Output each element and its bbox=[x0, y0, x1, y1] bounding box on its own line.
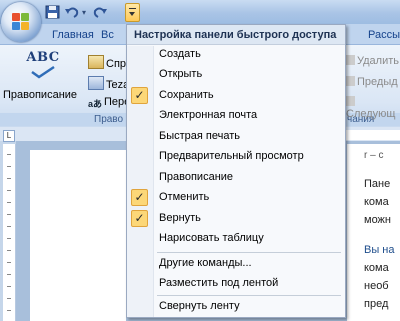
menu-separator bbox=[157, 252, 341, 253]
next-icon bbox=[346, 96, 355, 106]
next-comment-button[interactable]: Следующ bbox=[346, 96, 400, 120]
vertical-ruler bbox=[3, 144, 16, 321]
menu-title: Настройка панели быстрого доступа bbox=[127, 25, 345, 45]
menu-item-label: Нарисовать таблицу bbox=[159, 232, 264, 244]
checkmark-icon: ✓ bbox=[131, 87, 148, 104]
menu-item-label: Правописание bbox=[159, 171, 234, 183]
customize-qat-button[interactable] bbox=[125, 3, 140, 22]
next-label: Следующ bbox=[346, 108, 396, 120]
menu-item-draw-table[interactable]: Нарисовать таблицу bbox=[127, 229, 345, 249]
doc-line: кома bbox=[364, 196, 389, 208]
doc-line: пред bbox=[364, 298, 389, 310]
previous-icon bbox=[346, 76, 355, 86]
doc-line: Вы на bbox=[364, 244, 395, 256]
abc-label: ABC bbox=[26, 50, 60, 65]
horizontal-ruler bbox=[340, 130, 400, 140]
office-logo-icon bbox=[12, 13, 30, 31]
tab-mailings[interactable]: Рассы bbox=[368, 29, 400, 41]
document-page-left bbox=[30, 150, 126, 321]
doc-heading-fragment: r – с bbox=[364, 150, 384, 161]
save-icon[interactable] bbox=[45, 5, 61, 19]
doc-line: Пане bbox=[364, 178, 391, 190]
menu-item-email[interactable]: Электронная почта bbox=[127, 106, 345, 126]
menu-item-label: Открыть bbox=[159, 68, 203, 80]
menu-item-spelling[interactable]: Правописание bbox=[127, 168, 345, 188]
menu-item-new[interactable]: Создать bbox=[127, 45, 345, 65]
research-icon bbox=[88, 55, 104, 69]
translate-button[interactable]: aあ Пере bbox=[88, 96, 130, 109]
checkmark-icon: ✓ bbox=[131, 210, 148, 227]
office-button[interactable] bbox=[1, 2, 41, 42]
delete-comment-button[interactable]: Удалить bbox=[346, 55, 399, 67]
undo-icon[interactable] bbox=[64, 5, 80, 19]
spelling-check-icon bbox=[31, 65, 55, 79]
thesaurus-button[interactable]: Teza bbox=[88, 76, 129, 91]
tab-home[interactable]: Главная bbox=[52, 29, 94, 41]
menu-item-print-preview[interactable]: Предварительный просмотр bbox=[127, 147, 345, 167]
group-proofing-label: Право bbox=[0, 113, 126, 126]
document-page-right[interactable] bbox=[347, 144, 400, 321]
redo-icon[interactable] bbox=[92, 5, 108, 19]
menu-item-minimize-ribbon[interactable]: Свернуть ленту bbox=[127, 297, 345, 317]
doc-line: кома bbox=[364, 262, 389, 274]
tab-selector-button[interactable]: L bbox=[3, 130, 15, 142]
menu-item-undo[interactable]: ✓ Отменить bbox=[127, 188, 345, 208]
previous-comment-button[interactable]: Предыд bbox=[346, 76, 398, 88]
delete-label: Удалить bbox=[357, 55, 399, 67]
menu-item-label: Сохранить bbox=[159, 89, 214, 101]
menu-item-open[interactable]: Открыть bbox=[127, 65, 345, 85]
menu-item-label: Свернуть ленту bbox=[159, 300, 240, 312]
undo-dropdown-icon[interactable]: ▾ bbox=[82, 8, 86, 17]
translate-icon: aあ bbox=[88, 99, 103, 109]
menu-item-label: Предварительный просмотр bbox=[159, 150, 304, 162]
spelling-label[interactable]: Правописание bbox=[3, 89, 77, 101]
menu-item-label: Создать bbox=[159, 48, 201, 60]
menu-item-label: Отменить bbox=[159, 191, 210, 203]
menu-item-redo[interactable]: ✓ Вернуть bbox=[127, 209, 345, 229]
doc-line: необ bbox=[364, 280, 389, 292]
menu-item-save[interactable]: ✓ Сохранить bbox=[127, 86, 345, 106]
menu-item-label: Быстрая печать bbox=[159, 130, 240, 142]
spelling-button[interactable]: ABC bbox=[8, 50, 78, 82]
delete-icon bbox=[346, 55, 355, 65]
thesaurus-icon bbox=[88, 76, 104, 90]
menu-item-show-below-ribbon[interactable]: Разместить под лентой bbox=[127, 274, 345, 294]
menu-item-more-commands[interactable]: Другие команды... bbox=[127, 254, 345, 274]
menu-item-label: Вернуть bbox=[159, 212, 201, 224]
menu-item-label: Электронная почта bbox=[159, 109, 258, 121]
customize-qat-menu: Настройка панели быстрого доступа Создат… bbox=[126, 24, 346, 318]
checkmark-icon: ✓ bbox=[131, 189, 148, 206]
tab-insert[interactable]: Вс bbox=[101, 29, 114, 41]
previous-label: Предыд bbox=[357, 76, 398, 88]
menu-item-quick-print[interactable]: Быстрая печать bbox=[127, 127, 345, 147]
menu-item-label: Другие команды... bbox=[159, 257, 252, 269]
menu-item-label: Разместить под лентой bbox=[159, 277, 279, 289]
doc-line: можн bbox=[364, 214, 391, 226]
menu-separator bbox=[157, 295, 341, 296]
